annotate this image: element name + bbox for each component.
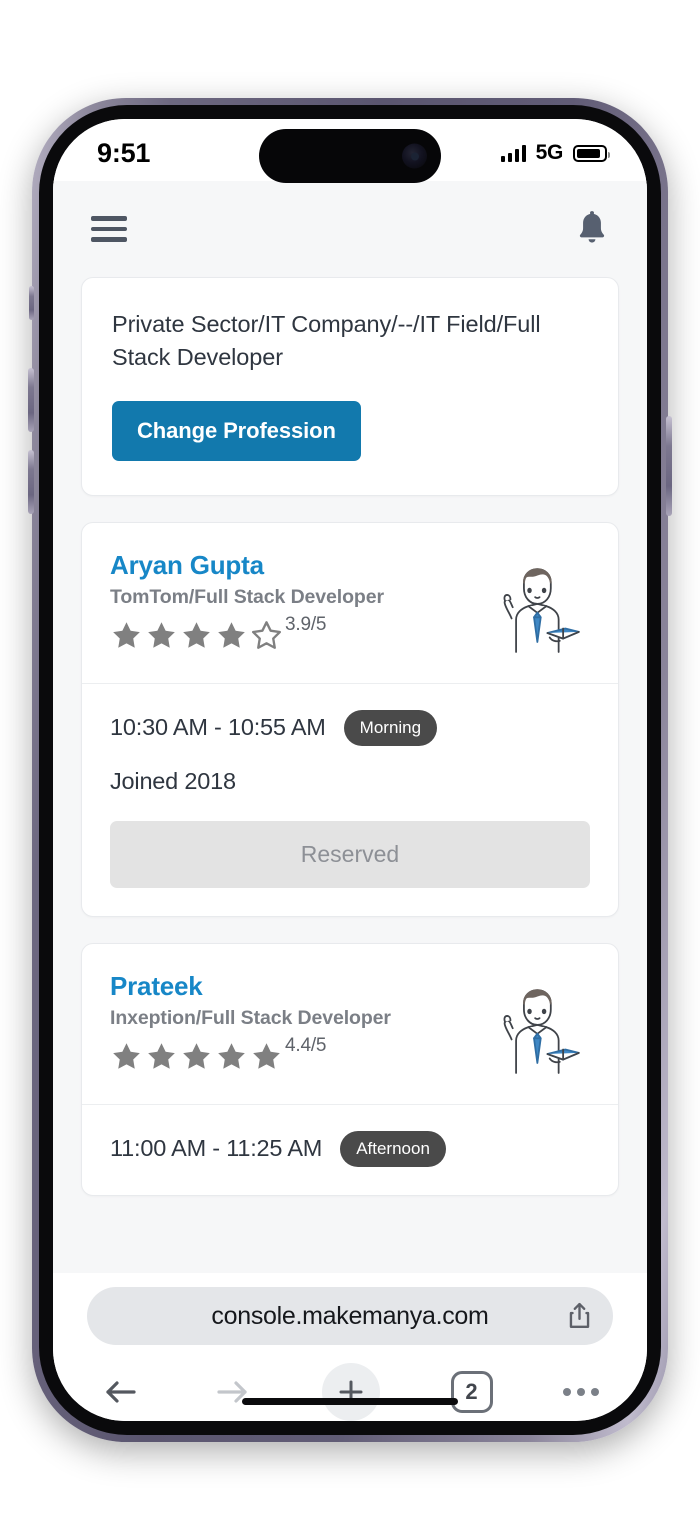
mentor-header: Prateek Inxeption/Full Stack Developer 4… [82, 944, 618, 1105]
volume-down-button[interactable] [28, 450, 34, 514]
mentor-rating: 4.4/5 [110, 1035, 468, 1073]
silent-switch[interactable] [29, 286, 34, 320]
slot-row: 10:30 AM - 10:55 AM Morning [110, 709, 590, 746]
arrow-left-icon [106, 1381, 136, 1403]
battery-icon [573, 144, 610, 162]
app-viewport: Private Sector/IT Company/--/IT Field/Fu… [53, 181, 647, 1273]
mentor-illustration-icon [478, 549, 590, 661]
bell-icon[interactable] [575, 210, 609, 248]
home-indicator [242, 1398, 458, 1405]
network-type-label: 5G [535, 141, 564, 164]
mentor-illustration-icon [478, 970, 590, 1082]
status-indicators: 5G [500, 141, 610, 165]
profession-card: Private Sector/IT Company/--/IT Field/Fu… [81, 277, 619, 496]
mentor-rating: 3.9/5 [110, 614, 468, 652]
front-camera-icon [402, 143, 427, 169]
signal-bars-icon [500, 144, 526, 162]
mentor-booking-section: 10:30 AM - 10:55 AM Morning Joined 2018 … [82, 684, 618, 916]
profession-path-text: Private Sector/IT Company/--/IT Field/Fu… [112, 311, 541, 371]
star-outline-icon [251, 621, 282, 650]
volume-up-button[interactable] [28, 368, 34, 432]
address-bar[interactable]: console.makemanya.com [87, 1287, 613, 1345]
change-profession-button[interactable]: Change Profession [112, 400, 361, 461]
url-text: console.makemanya.com [211, 1301, 489, 1330]
slot-row: 11:00 AM - 11:25 AM Afternoon [110, 1130, 590, 1167]
hamburger-menu-icon[interactable] [91, 210, 127, 248]
star-filled-icon [148, 622, 175, 648]
share-icon[interactable] [566, 1301, 593, 1331]
star-filled-icon [183, 622, 210, 648]
slot-period-badge: Morning [343, 709, 438, 746]
browser-nav-row: 2 [53, 1345, 647, 1421]
reserved-button: Reserved [110, 820, 590, 888]
slot-time: 10:30 AM - 10:55 AM [110, 714, 326, 741]
new-tab-button[interactable] [322, 1363, 380, 1421]
mentor-card: Aryan Gupta TomTom/Full Stack Developer [81, 521, 619, 917]
star-rating-icons [110, 1040, 283, 1073]
phone-screen: 9:51 5G Private Sector/IT Company/--/IT … [53, 119, 647, 1421]
ellipsis-icon[interactable] [563, 1388, 599, 1396]
tab-overview-button[interactable]: 2 [450, 1371, 493, 1413]
mentor-header: Aryan Gupta TomTom/Full Stack Developer [82, 523, 618, 684]
rating-value: 3.9/5 [285, 614, 327, 636]
star-filled-icon [218, 622, 245, 648]
mentor-booking-section: 11:00 AM - 11:25 AM Afternoon [82, 1105, 618, 1195]
rating-value: 4.4/5 [285, 1035, 327, 1057]
phone-device: 9:51 5G Private Sector/IT Company/--/IT … [28, 98, 672, 1442]
star-filled-icon [148, 1043, 175, 1069]
mentor-name-link[interactable]: Aryan Gupta [110, 549, 468, 582]
star-filled-icon [218, 1043, 245, 1069]
mentor-company-role: Inxeption/Full Stack Developer [110, 1007, 391, 1030]
mentor-name-link[interactable]: Prateek [110, 970, 468, 1003]
content-scroll-area[interactable]: Private Sector/IT Company/--/IT Field/Fu… [53, 277, 647, 1196]
mentor-card: Prateek Inxeption/Full Stack Developer 4… [81, 942, 619, 1196]
mentor-company-role: TomTom/Full Stack Developer [110, 586, 384, 609]
power-button[interactable] [666, 416, 672, 516]
star-filled-icon [113, 622, 140, 648]
star-filled-icon [183, 1043, 210, 1069]
browser-bottom-bar: console.makemanya.com 2 [53, 1273, 647, 1421]
star-rating-icons [110, 619, 283, 652]
back-button[interactable] [101, 1375, 141, 1409]
slot-time: 11:00 AM - 11:25 AM [110, 1135, 323, 1162]
star-filled-icon [253, 1043, 280, 1069]
status-time: 9:51 [97, 137, 151, 168]
dynamic-island [259, 129, 441, 183]
slot-period-badge: Afternoon [340, 1130, 446, 1167]
app-header [53, 181, 647, 277]
star-filled-icon [113, 1043, 140, 1069]
joined-year: Joined 2018 [110, 767, 236, 794]
